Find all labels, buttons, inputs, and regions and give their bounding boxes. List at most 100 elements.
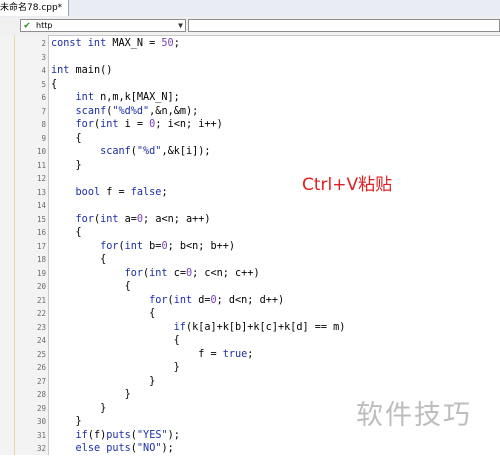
code-token: "%d" (136, 146, 162, 157)
code-token: ,&n,&m); (149, 105, 199, 117)
code-line[interactable]: bool f = false; (51, 186, 168, 200)
code-token: MAX_N = (106, 38, 162, 49)
code-line[interactable]: int n,m,k[MAX_N]; (51, 91, 180, 105)
line-number: 16 (36, 228, 46, 237)
tab-bar: 未命名78.cpp* (0, 0, 500, 18)
check-icon: ✔ (24, 20, 31, 31)
code-line[interactable]: f = true; (51, 348, 253, 362)
code-token: if (75, 429, 88, 441)
code-token: int (100, 119, 119, 130)
line-number: 6 (41, 93, 46, 102)
line-number: 26 (36, 363, 46, 372)
code-line[interactable]: scanf("%d",&k[i]); (51, 145, 211, 159)
code-line[interactable]: } (51, 375, 155, 389)
code-line[interactable]: { (51, 307, 155, 321)
line-number: 7 (41, 106, 46, 116)
code-line[interactable]: else puts("NO"); (51, 442, 174, 456)
code-token: int (100, 213, 119, 225)
code-line[interactable]: scanf("%d%d",&n,&m); (51, 105, 199, 119)
code-line[interactable]: for(int d=0; d<n; d++) (51, 294, 284, 308)
code-line[interactable]: { (51, 253, 106, 267)
code-line[interactable]: int main() (51, 64, 112, 78)
code-line[interactable]: } (51, 402, 106, 416)
code-token: } (51, 416, 82, 427)
code-token: int (51, 65, 70, 76)
code-token: if (173, 321, 186, 333)
scope-combo-value: http (36, 21, 53, 30)
code-token: n,m,k[MAX_N]; (93, 92, 180, 103)
code-line[interactable]: for(int c=0; c<n; c++) (51, 267, 260, 281)
code-token: } (51, 375, 156, 387)
scope-combo[interactable]: ✔ http ▼ (20, 19, 186, 32)
code-line[interactable]: for(int a=0; a<n; a++) (51, 213, 211, 227)
code-token: ; (161, 186, 168, 198)
line-number: 11 (36, 160, 46, 170)
symbol-combo[interactable] (188, 19, 500, 32)
code-token: scanf (75, 105, 107, 117)
code-token: d= (192, 294, 211, 306)
code-line[interactable]: { (51, 334, 180, 348)
code-token: f = (51, 348, 223, 360)
code-token: } (51, 362, 180, 373)
file-tab-label: 未命名78.cpp* (0, 3, 63, 13)
code-token: { (51, 281, 131, 292)
code-line[interactable]: for(int i = 0; i<n; i++) (51, 118, 223, 132)
code-line[interactable]: if(f)puts("YES"); (51, 429, 180, 443)
code-token: ,&k[i]); (161, 146, 211, 157)
code-token: ; c<n; c++) (192, 267, 260, 279)
code-line[interactable]: } (51, 415, 82, 429)
code-token: for (75, 213, 94, 225)
code-line[interactable]: const int MAX_N = 50; (51, 37, 180, 51)
file-tab[interactable]: 未命名78.cpp* (0, 0, 70, 16)
line-number: 32 (36, 444, 46, 453)
code-token: for (75, 119, 94, 130)
code-line[interactable]: } (51, 361, 180, 375)
code-line[interactable]: { (51, 226, 82, 240)
code-token: const int (51, 38, 107, 49)
code-token: } (51, 389, 131, 400)
line-number: 18 (36, 255, 46, 264)
code-token: b= (143, 240, 162, 252)
watermark: 软件技巧 (356, 400, 472, 431)
code-token: int (173, 294, 193, 306)
code-line[interactable]: { (51, 132, 82, 146)
code-token: puts (106, 429, 131, 441)
line-number: 22 (36, 309, 46, 318)
code-token: ; a<n; a++) (143, 213, 211, 225)
code-token: "NO" (136, 443, 162, 454)
code-token: puts (106, 443, 131, 454)
line-number: 2 (41, 39, 46, 48)
code-token: ); (167, 429, 180, 441)
code-token: ; d<n; d++) (216, 294, 285, 306)
code-token: else (75, 443, 101, 454)
code-line[interactable]: { (51, 78, 57, 92)
line-number: 13 (36, 187, 46, 197)
code-line[interactable]: } (51, 159, 82, 173)
code-line[interactable]: { (51, 280, 131, 294)
line-number: 10 (36, 147, 46, 156)
code-token: ; b<n; b++) (167, 240, 236, 252)
code-token: ; (247, 348, 254, 360)
code-token: scanf (100, 146, 131, 157)
code-line[interactable]: if(k[a]+k[b]+k[c]+k[d] == m) (51, 321, 346, 335)
code-token: c= (167, 267, 186, 279)
code-line[interactable]: } (51, 388, 131, 402)
code-token: true (222, 348, 248, 360)
line-number: 15 (36, 214, 46, 224)
code-token: { (51, 254, 107, 265)
code-token: for (100, 240, 119, 252)
code-token: "YES" (136, 429, 168, 441)
code-line[interactable]: for(int b=0; b<n; b++) (51, 240, 235, 254)
code-token: { (51, 132, 82, 144)
chevron-down-icon[interactable]: ▼ (178, 20, 183, 32)
